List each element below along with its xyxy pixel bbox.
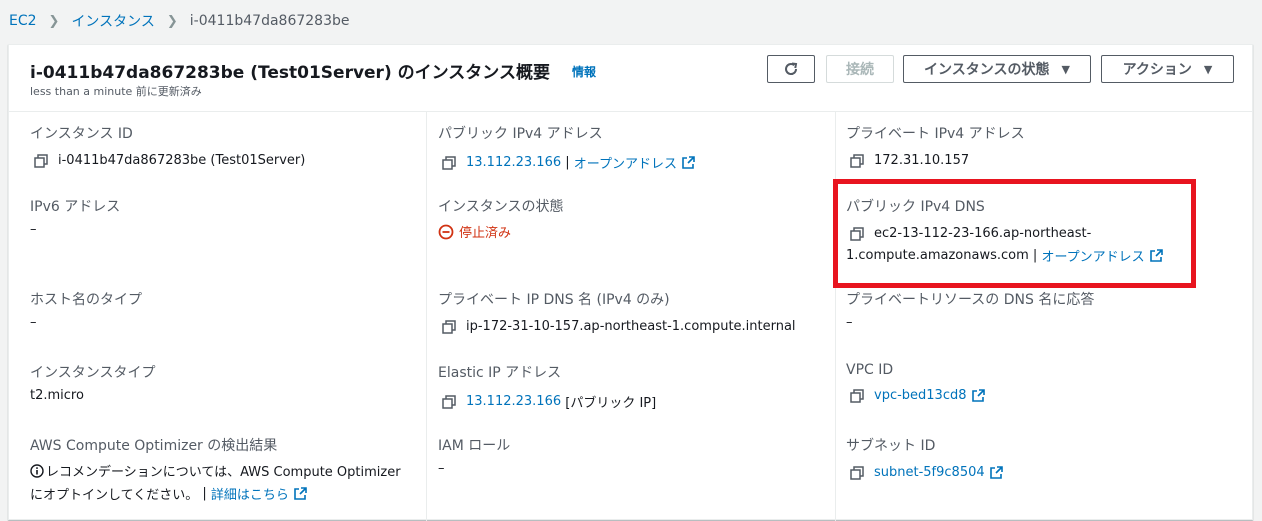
- column-divider: [835, 112, 836, 521]
- elastic-ip-link[interactable]: 13.112.23.166: [466, 394, 561, 409]
- optimizer-text-line2: にオプトインしてください。: [30, 488, 199, 503]
- optimizer-text-line1: レコメンデーションについては、AWS Compute Optimizer: [46, 465, 401, 480]
- panel-header: i-0411b47da867283be (Test01Server) のインスタ…: [9, 45, 1252, 112]
- copy-icon[interactable]: [850, 465, 864, 480]
- private-dns-value: ip-172-31-10-157.ap-northeast-1.compute.…: [466, 319, 796, 334]
- copy-icon[interactable]: [442, 394, 456, 409]
- external-link-icon[interactable]: [294, 487, 307, 500]
- instance-state-value: 停止済み: [459, 226, 512, 241]
- field-label: インスタンスタイプ: [30, 365, 156, 381]
- copy-icon[interactable]: [442, 319, 456, 334]
- last-updated-text: less than a minute 前に更新済み: [30, 85, 202, 98]
- field-label: AWS Compute Optimizer の検出結果: [30, 438, 278, 454]
- instance-type-value: t2.micro: [30, 388, 84, 403]
- field-private-dns: プライベート IP DNS 名 (IPv4 のみ) ip-172-31-10-1…: [438, 289, 796, 334]
- field-elastic-ip: Elastic IP アドレス 13.112.23.166 [パブリック IP]: [438, 362, 656, 411]
- public-ip-link[interactable]: 13.112.23.166: [466, 155, 561, 170]
- info-icon: [30, 463, 44, 478]
- subnet-link[interactable]: subnet-5f9c8504: [874, 465, 985, 480]
- stopped-status-icon: [438, 224, 454, 239]
- field-label: インスタンス ID: [30, 126, 133, 142]
- instance-id-value: i-0411b47da867283be (Test01Server): [58, 153, 306, 168]
- refresh-icon: [785, 62, 798, 75]
- copy-icon[interactable]: [850, 388, 864, 403]
- open-address-link[interactable]: オープンアドレス: [574, 153, 677, 172]
- field-label: IPv6 アドレス: [30, 199, 121, 215]
- refresh-button[interactable]: [767, 55, 815, 83]
- actions-label: アクション: [1122, 62, 1192, 78]
- field-label: ホスト名のタイプ: [30, 292, 142, 308]
- chevron-right-icon: ❯: [166, 13, 178, 29]
- field-label: Elastic IP アドレス: [438, 365, 562, 381]
- caret-down-icon: ▼: [1203, 62, 1213, 76]
- field-label: プライベートリソースの DNS 名に応答: [846, 292, 1095, 308]
- field-label: パブリック IPv4 アドレス: [438, 126, 603, 142]
- learn-more-link[interactable]: 詳細はこちら: [211, 484, 289, 503]
- field-public-ipv4: パブリック IPv4 アドレス 13.112.23.166 | オープンアドレス: [438, 123, 695, 172]
- private-resource-dns-value: –: [846, 315, 853, 330]
- field-vpc-id: VPC ID vpc-bed13cd8: [846, 362, 985, 403]
- separator: |: [198, 486, 211, 501]
- copy-icon[interactable]: [442, 155, 456, 170]
- field-label: インスタンスの状態: [438, 199, 564, 215]
- field-instance-type: インスタンスタイプ t2.micro: [30, 362, 155, 403]
- field-private-resource-dns: プライベートリソースの DNS 名に応答 –: [846, 289, 1094, 330]
- field-instance-state: インスタンスの状態 停止済み: [438, 196, 563, 241]
- field-private-ipv4: プライベート IPv4 アドレス 172.31.10.157: [846, 123, 1025, 168]
- field-label: IAM ロール: [438, 438, 511, 454]
- iam-role-value: –: [438, 461, 445, 476]
- breadcrumb: EC2 ❯ インスタンス ❯ i-0411b47da867283be: [9, 10, 349, 32]
- column-divider: [426, 112, 427, 521]
- breadcrumb-instances-link[interactable]: インスタンス: [71, 11, 154, 31]
- instance-state-label: インスタンスの状態: [924, 62, 1050, 78]
- actions-button[interactable]: アクション ▼: [1101, 55, 1234, 83]
- page-title: i-0411b47da867283be (Test01Server) のインスタ…: [30, 63, 550, 83]
- copy-icon[interactable]: [34, 153, 48, 168]
- instance-state-button[interactable]: インスタンスの状態 ▼: [903, 55, 1091, 83]
- info-link[interactable]: 情報: [572, 63, 596, 80]
- field-subnet-id: サブネット ID subnet-5f9c8504: [846, 435, 1003, 480]
- field-label: サブネット ID: [846, 438, 936, 454]
- elastic-ip-suffix: [パブリック IP]: [561, 396, 657, 411]
- caret-down-icon: ▼: [1061, 62, 1070, 76]
- separator: |: [561, 155, 574, 170]
- ipv6-value: –: [30, 222, 37, 237]
- vpc-link[interactable]: vpc-bed13cd8: [874, 388, 967, 403]
- field-compute-optimizer: AWS Compute Optimizer の検出結果 レコメンデーションについ…: [30, 435, 401, 503]
- copy-icon[interactable]: [850, 153, 864, 168]
- field-ipv6: IPv6 アドレス –: [30, 196, 120, 237]
- connect-button[interactable]: 接続: [826, 55, 894, 83]
- field-instance-id: インスタンス ID i-0411b47da867283be (Test01Ser…: [30, 123, 305, 168]
- external-link-icon[interactable]: [971, 389, 985, 402]
- chevron-right-icon: ❯: [48, 13, 60, 29]
- field-label: VPC ID: [846, 362, 894, 378]
- breadcrumb-ec2-link[interactable]: EC2: [9, 13, 37, 29]
- field-label: プライベート IPv4 アドレス: [846, 126, 1025, 142]
- external-link-icon[interactable]: [682, 156, 695, 169]
- hostname-type-value: –: [30, 315, 37, 330]
- breadcrumb-current: i-0411b47da867283be: [189, 13, 350, 29]
- private-ip-value: 172.31.10.157: [874, 153, 970, 168]
- field-hostname-type: ホスト名のタイプ –: [30, 289, 142, 330]
- external-link-icon[interactable]: [989, 466, 1003, 479]
- field-label: プライベート IP DNS 名 (IPv4 のみ): [438, 292, 670, 308]
- highlight-box: [833, 179, 1196, 288]
- field-iam-role: IAM ロール –: [438, 435, 510, 476]
